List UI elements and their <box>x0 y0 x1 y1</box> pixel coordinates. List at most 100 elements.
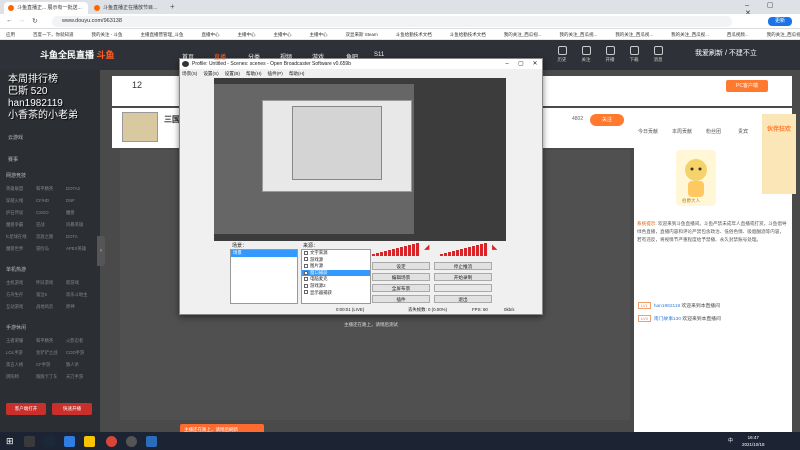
browser-tab[interactable]: 斗鱼直播正在播放节目... <box>90 2 166 14</box>
sidebar-category-item[interactable]: DOTA2 <box>66 186 96 192</box>
obs-taskbar-icon[interactable] <box>126 436 137 447</box>
sidebar-category-item[interactable]: 和平精英 <box>36 338 66 344</box>
bookmark-item[interactable]: 我的关注_西瓜视频 <box>761 32 800 37</box>
sidebar-category-item[interactable]: 互动游戏 <box>6 304 36 310</box>
sidebar-category-item[interactable]: 鬼泣5 <box>36 292 66 298</box>
sidebar-category-item[interactable]: 原神 <box>66 304 96 310</box>
header-heart-button[interactable]: 关注 <box>576 46 596 68</box>
sidebar-section-title[interactable]: 网游竞技 <box>6 172 26 179</box>
sidebar-category-item[interactable]: 主机游戏 <box>6 280 36 286</box>
sidebar-category-item[interactable]: 流放之路 <box>36 234 66 240</box>
taskbar-clock[interactable]: 16:47 2021/10/18 <box>742 434 765 448</box>
sidebar-category-item[interactable]: fc足球在线 <box>6 234 36 240</box>
follow-button[interactable]: 关注 <box>590 114 624 126</box>
tab-vip[interactable]: 贵宾 <box>738 128 748 135</box>
sidebar-category-item[interactable]: LOL手游 <box>6 350 36 356</box>
room-avatar[interactable] <box>122 112 158 142</box>
obs-menu-item[interactable]: 场景(S) <box>182 71 197 76</box>
bookmark-item[interactable]: 斗鱼给勤技术文档 <box>390 32 432 37</box>
url-input[interactable]: www.douyu.com/963138 <box>52 16 732 27</box>
source-item[interactable]: 图片源 <box>302 263 370 270</box>
sidebar-category-item[interactable]: 风暴英雄 <box>66 222 96 228</box>
pc-client-button[interactable]: PC客户端 <box>726 80 768 92</box>
desktop-volume-icon[interactable]: ◢ <box>424 243 429 251</box>
fullscreen-button[interactable]: 全屏布景 <box>372 284 430 292</box>
source-item[interactable]: 文字来源 <box>302 250 370 257</box>
sidebar-category-item[interactable]: DOTA <box>66 234 96 240</box>
promo-banner[interactable]: 伙伴狂欢 <box>762 114 796 194</box>
bookmark-item[interactable]: 主播中心 <box>268 32 292 37</box>
sidebar-category-item[interactable]: 炉石传说 <box>6 210 36 216</box>
obs-menu-item[interactable]: 设置(S) <box>203 71 218 76</box>
sidebar-category-item[interactable]: 阴阳师 <box>6 374 36 380</box>
sidebar-category-item[interactable]: 狼人杀 <box>66 362 96 368</box>
sidebar-category-item[interactable]: CF/HD <box>36 198 66 204</box>
nav-item[interactable]: 鱼吧 <box>346 52 358 61</box>
esports-link[interactable]: 赛事 <box>8 156 18 163</box>
new-tab-button[interactable]: + <box>170 2 175 11</box>
sidebar-category-item[interactable]: 魔兽争霸 <box>6 222 36 228</box>
sidebar-category-item[interactable]: 魔兽世界 <box>6 246 36 252</box>
header-download-button[interactable]: 下载 <box>624 46 644 68</box>
nav-item[interactable]: 游戏 <box>312 52 324 61</box>
source-visibility-checkbox[interactable] <box>304 283 308 288</box>
obs-menu-item[interactable]: 插件(P) <box>268 71 283 76</box>
sidebar-category-item[interactable]: 金铲铲之战 <box>36 350 66 356</box>
header-clock-button[interactable]: 历史 <box>552 46 572 68</box>
sidebar-category-item[interactable]: 逆战 <box>36 222 66 228</box>
sidebar-category-item[interactable]: 战地风云 <box>36 304 66 310</box>
obs-minimize-button[interactable]: – <box>500 59 514 69</box>
bookmark-item[interactable]: 我的关注 - 斗鱼 <box>86 32 123 37</box>
source-item[interactable]: 游戏源2 <box>302 283 370 290</box>
app-icon[interactable] <box>64 436 75 447</box>
quick-stream-button[interactable]: 快速开播 <box>52 403 92 415</box>
nav-item[interactable]: 直播 <box>214 52 226 61</box>
app2-icon[interactable] <box>146 436 157 447</box>
obs-close-button[interactable]: ✕ <box>528 59 542 69</box>
chat-username[interactable]: han1982119 <box>654 304 680 309</box>
start-record-button[interactable]: 开始录制 <box>434 273 492 281</box>
sidebar-category-item[interactable]: 欢乐斗地主 <box>66 292 96 298</box>
sidebar-category-item[interactable]: 魔兽 <box>66 210 96 216</box>
sidebar-section-title[interactable]: 手游休闲 <box>6 324 26 331</box>
folder-icon[interactable] <box>84 436 95 447</box>
source-visibility-checkbox[interactable] <box>304 264 308 269</box>
sidebar-category-item[interactable]: 怀旧游戏 <box>36 280 66 286</box>
bookmark-item[interactable]: 主播中心 <box>304 32 328 37</box>
source-item[interactable]: 电脑麦克 <box>302 276 370 283</box>
sidebar-category-item[interactable]: 穿越火线 <box>6 198 36 204</box>
douyu-logo[interactable]: 斗鱼全民直播 斗鱼 <box>40 47 130 63</box>
bookmark-item[interactable]: 我的关注_西瓜视... <box>498 32 542 37</box>
steam-icon[interactable] <box>44 436 55 447</box>
sidebar-category-item[interactable]: DNF <box>66 198 96 204</box>
source-visibility-checkbox[interactable] <box>304 270 308 275</box>
source-visibility-checkbox[interactable] <box>304 257 308 262</box>
bookmark-item[interactable]: 斗鱼给勤技术文档 <box>444 32 486 37</box>
reload-icon[interactable]: ↻ <box>32 17 38 25</box>
sidebar-category-item[interactable]: APEX英雄 <box>66 246 96 252</box>
bookmark-item[interactable]: 我的关注_西瓜视... <box>665 32 709 37</box>
user-name[interactable]: 我爱刷新 / 不建不立 <box>695 48 757 58</box>
sidebar-category-item[interactable]: 跑跑卡丁车 <box>36 374 66 380</box>
sidebar-category-item[interactable]: 方舟生存 <box>6 292 36 298</box>
obs-maximize-button[interactable]: ▢ <box>514 59 528 69</box>
obs-menu-item[interactable]: 帮助(H) <box>289 71 305 76</box>
nav-item[interactable]: 视频 <box>280 52 292 61</box>
sidebar-category-item[interactable]: COD手游 <box>66 350 96 356</box>
sidebar-category-item[interactable]: 天刀手游 <box>66 374 96 380</box>
sidebar-category-item[interactable]: 王者荣耀 <box>6 338 36 344</box>
sidebar-category-item[interactable]: 火影忍者 <box>66 338 96 344</box>
header-camera-button[interactable]: 开播 <box>600 46 620 68</box>
windows-start-icon[interactable]: ⊞ <box>6 436 14 447</box>
bookmark-item[interactable]: 主播直播营管理_斗鱼 <box>135 32 184 37</box>
sidebar-category-item[interactable]: 第五人格 <box>6 362 36 368</box>
stop-stream-button[interactable]: 停止推流 <box>434 262 492 270</box>
sidebar-collapse-handle[interactable]: ‹ <box>97 236 105 266</box>
back-arrow-icon[interactable]: ← <box>6 17 13 24</box>
sidebar-category-item[interactable]: 英雄联盟 <box>6 186 36 192</box>
sidebar-category-item[interactable]: CF手游 <box>36 362 66 368</box>
open-client-button[interactable]: 客户端打开 <box>6 403 46 415</box>
source-visibility-checkbox[interactable] <box>304 250 308 255</box>
nav-item[interactable]: 分类 <box>248 52 260 61</box>
search-icon[interactable] <box>24 436 35 447</box>
